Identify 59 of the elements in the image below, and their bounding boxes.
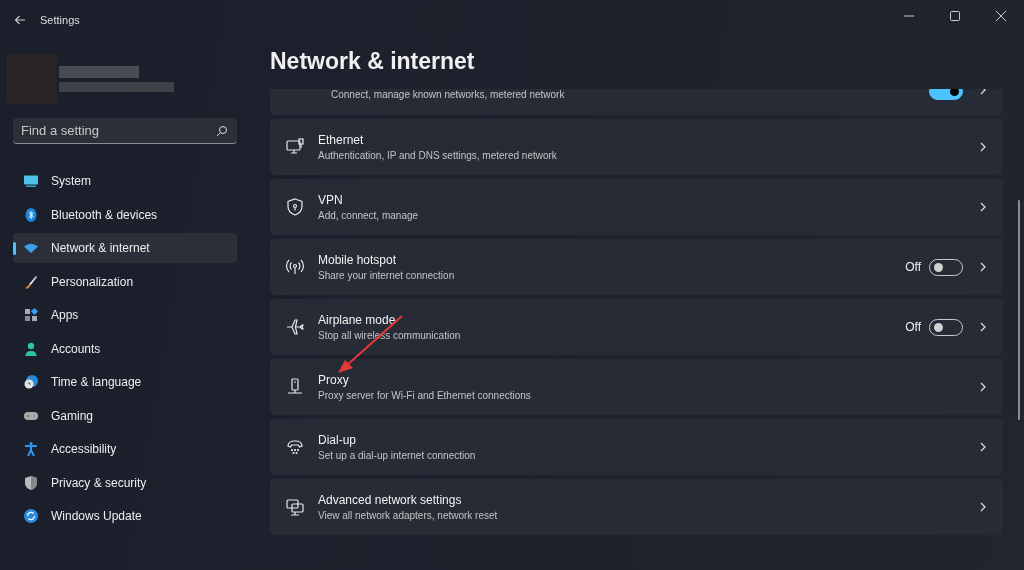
search-icon bbox=[216, 125, 228, 137]
sidebar-item[interactable]: Personalization bbox=[13, 266, 237, 297]
accessibility-icon bbox=[23, 441, 39, 457]
clock-icon bbox=[23, 374, 39, 390]
sidebar-item[interactable]: Accessibility bbox=[13, 434, 237, 464]
settings-card[interactable]: Advanced network settings View all network adapters, network reset bbox=[270, 479, 1003, 535]
sidebar-item[interactable]: Gaming bbox=[13, 400, 237, 431]
monitor-icon bbox=[23, 173, 39, 189]
shield-icon bbox=[23, 474, 39, 491]
phone-icon bbox=[285, 437, 305, 457]
settings-card[interactable]: Ethernet Authentication, IP and DNS settings, metered network bbox=[270, 119, 1003, 175]
sidebar-item[interactable]: Time & language bbox=[13, 367, 237, 397]
card-title: Mobile hotspot bbox=[318, 253, 398, 267]
card-title: Ethernet bbox=[318, 133, 365, 147]
monitor-plug-icon bbox=[285, 137, 305, 157]
settings-card[interactable]: Connect, manage known networks, metered network bbox=[270, 89, 1003, 115]
sidebar-item[interactable]: Bluetooth & devices bbox=[13, 199, 237, 230]
antenna-icon bbox=[285, 257, 305, 277]
airplane-icon bbox=[285, 317, 305, 337]
sidebar-item[interactable]: Windows Update bbox=[13, 501, 237, 531]
card-description: Share your internet connection bbox=[318, 270, 456, 281]
card-title: Dial-up bbox=[318, 433, 357, 447]
monitors-icon bbox=[285, 497, 305, 517]
toggle-state: Off bbox=[905, 320, 921, 334]
card-description: Authentication, IP and DNS settings, metered network bbox=[318, 150, 558, 161]
shield-icon bbox=[285, 197, 305, 217]
sidebar-item[interactable]: Apps bbox=[13, 300, 237, 330]
bluetooth-icon bbox=[23, 206, 39, 223]
sidebar-item[interactable]: Network & internet bbox=[13, 233, 237, 263]
back-arrow-icon bbox=[14, 14, 26, 26]
card-title: VPN bbox=[318, 193, 344, 207]
settings-card[interactable]: Mobile hotspot Share your internet connection Off bbox=[270, 239, 1003, 295]
card-title: Airplane mode bbox=[318, 313, 397, 327]
card-description: Proxy server for Wi-Fi and Ethernet connections bbox=[318, 390, 532, 401]
server-icon bbox=[285, 377, 305, 397]
card-title: Advanced network settings bbox=[318, 493, 463, 507]
card-description: Connect, manage known networks, metered network bbox=[331, 89, 566, 100]
window-title: Settings bbox=[40, 14, 80, 26]
card-description: Set up a dial-up internet connection bbox=[318, 450, 477, 461]
card-title: Proxy bbox=[318, 373, 350, 387]
brush-icon bbox=[23, 273, 39, 290]
page-title: Network & internet bbox=[270, 48, 476, 76]
apps-icon bbox=[23, 307, 39, 323]
scrollbar[interactable] bbox=[1018, 200, 1020, 420]
search-field[interactable]: Find a setting bbox=[13, 118, 237, 144]
selection-indicator bbox=[13, 242, 16, 255]
maximize-icon bbox=[950, 11, 960, 21]
settings-card[interactable]: Dial-up Set up a dial-up internet connection bbox=[270, 419, 1003, 475]
sidebar-item[interactable]: Privacy & security bbox=[13, 467, 237, 498]
sidebar-item[interactable]: Accounts bbox=[13, 333, 237, 364]
card-description: Add, connect, manage bbox=[318, 210, 420, 221]
person-icon bbox=[23, 340, 39, 357]
toggle-state: Off bbox=[905, 260, 921, 274]
settings-card[interactable]: VPN Add, connect, manage bbox=[270, 179, 1003, 235]
close-icon bbox=[996, 11, 1006, 21]
card-description: View all network adapters, network reset bbox=[318, 510, 499, 521]
update-icon bbox=[23, 508, 39, 524]
settings-card[interactable]: Proxy Proxy server for Wi-Fi and Ethernet connections bbox=[270, 359, 1003, 415]
sidebar-item[interactable]: System bbox=[13, 166, 237, 196]
